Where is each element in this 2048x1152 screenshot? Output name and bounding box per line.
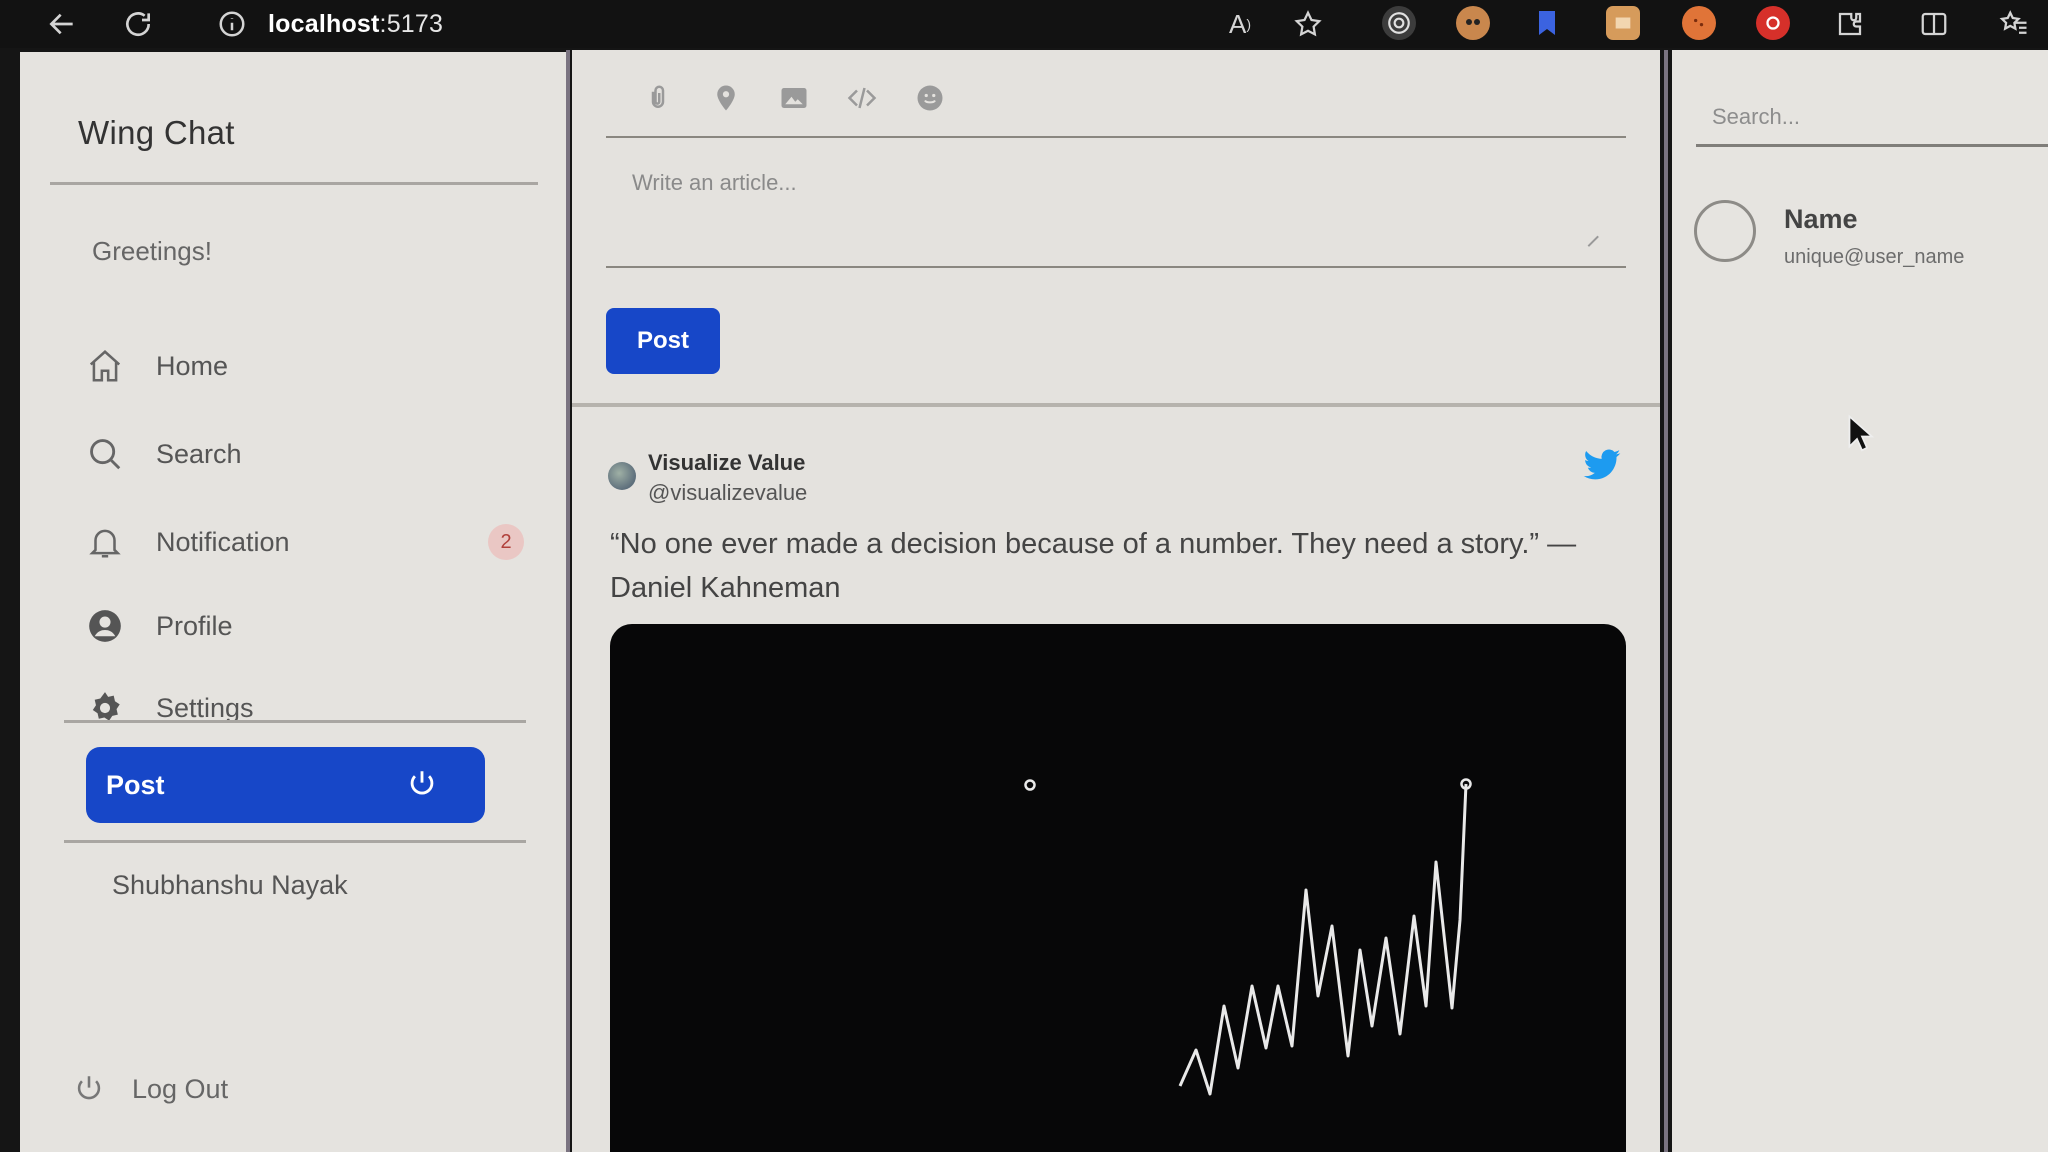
avatar[interactable] bbox=[1694, 200, 1756, 262]
image-icon[interactable] bbox=[778, 82, 810, 114]
address-bar[interactable]: localhost:5173 bbox=[268, 6, 443, 42]
emoji-icon[interactable] bbox=[914, 82, 946, 114]
search-placeholder: Search... bbox=[1712, 104, 1801, 129]
sidebar-post-button[interactable]: Post bbox=[86, 747, 485, 823]
location-icon[interactable] bbox=[710, 82, 742, 114]
power-icon bbox=[77, 1076, 101, 1100]
tweet-author-name[interactable]: Visualize Value bbox=[648, 450, 805, 476]
sidebar-item-profile[interactable]: Profile bbox=[86, 596, 536, 656]
sidebar-item-label: Search bbox=[156, 438, 242, 469]
zigzag-graph-image bbox=[1024, 778, 1472, 1096]
browser-toolbar: localhost:5173 A) bbox=[0, 0, 2048, 48]
tweet-media-image[interactable] bbox=[610, 624, 1626, 1152]
article-textarea[interactable]: Write an article... bbox=[606, 140, 1626, 256]
extension-bookmark-icon[interactable] bbox=[1530, 6, 1564, 40]
greeting-text: Greetings! bbox=[92, 236, 212, 266]
divider bbox=[606, 266, 1626, 268]
favorites-list-icon[interactable] bbox=[1994, 4, 2034, 44]
code-icon[interactable] bbox=[846, 82, 878, 114]
attachment-icon[interactable] bbox=[642, 82, 674, 114]
back-arrow-icon[interactable] bbox=[42, 4, 82, 44]
divider bbox=[1696, 144, 2048, 147]
search-icon bbox=[90, 439, 121, 470]
sidebar-item-label: Home bbox=[156, 350, 229, 381]
composer-toolbar bbox=[642, 82, 946, 114]
site-info-icon[interactable] bbox=[212, 4, 252, 44]
tweet-text: “No one ever made a decision because of … bbox=[610, 528, 1577, 604]
right-sidebar: Search... Name unique@user_name bbox=[1672, 50, 2048, 1152]
profile-name[interactable]: Name bbox=[1784, 204, 1858, 235]
brand-title: Wing Chat bbox=[78, 114, 235, 151]
tweet-author-handle[interactable]: @visualizevalue bbox=[648, 480, 807, 506]
mouse-cursor-icon bbox=[1848, 414, 1875, 452]
bell-icon bbox=[89, 529, 121, 558]
split-screen-icon[interactable] bbox=[1914, 4, 1954, 44]
post-button[interactable]: Post bbox=[606, 308, 720, 374]
sidebar-item-notification[interactable]: Notification 2 bbox=[86, 512, 536, 572]
divider bbox=[572, 403, 1660, 407]
post-button-label: Post bbox=[106, 769, 165, 800]
sidebar-item-search[interactable]: Search bbox=[86, 424, 536, 484]
url-host: localhost bbox=[268, 10, 380, 38]
main-feed: Write an article... Post Visualize Value… bbox=[572, 50, 1660, 1152]
textarea-placeholder: Write an article... bbox=[632, 170, 797, 195]
sidebar-item-label: Settings bbox=[156, 692, 254, 723]
extensions-puzzle-icon[interactable] bbox=[1830, 4, 1870, 44]
reload-icon[interactable] bbox=[118, 4, 158, 44]
extension-cookie-icon[interactable] bbox=[1682, 6, 1716, 40]
sidebar: Wing Chat Greetings! Home Search Notific… bbox=[20, 52, 566, 1152]
favorite-star-icon[interactable] bbox=[1288, 4, 1328, 44]
tweet-avatar[interactable] bbox=[608, 462, 636, 490]
user-icon bbox=[89, 610, 121, 642]
extension-folder-icon[interactable] bbox=[1606, 6, 1640, 40]
power-icon bbox=[410, 771, 434, 795]
logout-button[interactable]: Log Out bbox=[72, 1072, 228, 1106]
extension-target-icon[interactable] bbox=[1382, 6, 1416, 40]
panel-divider bbox=[1664, 50, 1668, 1152]
current-user-name: Shubhanshu Nayak bbox=[112, 870, 348, 900]
resize-handle-icon[interactable] bbox=[1579, 227, 1599, 247]
home-icon bbox=[89, 350, 121, 382]
profile-handle: unique@user_name bbox=[1784, 246, 1965, 268]
divider bbox=[50, 182, 538, 185]
url-port: :5173 bbox=[379, 10, 444, 38]
search-input[interactable]: Search... bbox=[1696, 92, 2048, 148]
panel-divider bbox=[566, 50, 570, 1152]
divider bbox=[606, 136, 1626, 138]
divider bbox=[64, 720, 526, 723]
extension-red-circle-icon[interactable] bbox=[1756, 6, 1790, 40]
sidebar-item-label: Profile bbox=[156, 610, 233, 641]
extension-face-icon[interactable] bbox=[1456, 6, 1490, 40]
divider bbox=[64, 840, 526, 843]
twitter-bird-icon[interactable] bbox=[1582, 444, 1622, 484]
notification-count-badge: 2 bbox=[488, 524, 524, 560]
sidebar-item-label: Notification bbox=[156, 526, 290, 557]
read-aloud-icon[interactable]: A) bbox=[1220, 4, 1260, 44]
logout-label: Log Out bbox=[132, 1073, 229, 1104]
sidebar-item-home[interactable]: Home bbox=[86, 336, 536, 396]
sidebar-item-settings[interactable]: Settings bbox=[86, 678, 536, 738]
